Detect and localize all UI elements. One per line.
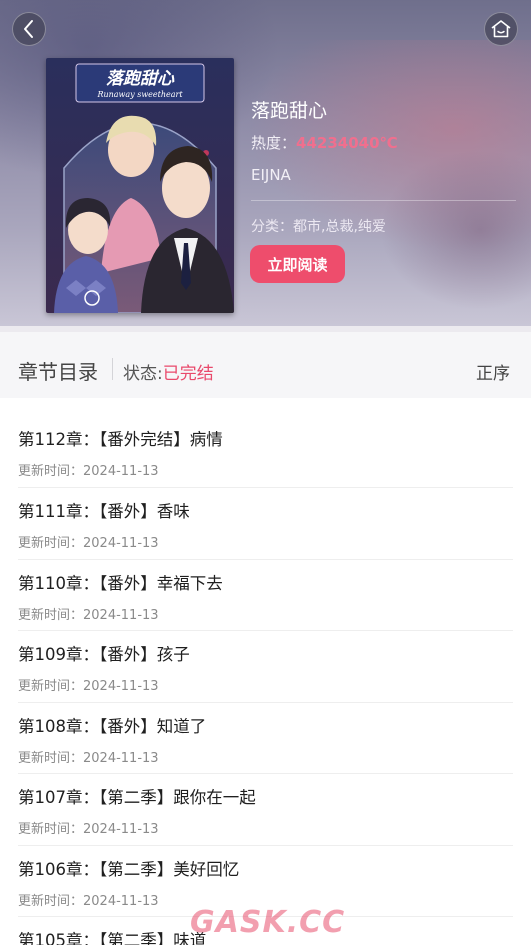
home-icon — [491, 20, 511, 38]
status-value: 已完结 — [162, 364, 214, 384]
category-value: 都市,总裁,纯爱 — [293, 219, 386, 235]
chapter-update-time: 更新时间：2024-11-13 — [18, 607, 159, 623]
status: 状态:已完结 — [123, 359, 214, 384]
header-backdrop-shade — [380, 150, 531, 310]
chapter-title: 第109章：【番外】孩子 — [18, 645, 190, 664]
chapter-title: 第112章：【番外完结】病情 — [18, 430, 223, 449]
book-author: EIJNA — [251, 166, 291, 184]
chapter-item[interactable]: 第108章：【番外】知道了 更新时间：2024-11-13 — [18, 703, 513, 774]
chapter-list: 第112章：【番外完结】病情 更新时间：2024-11-13 第111章：【番外… — [0, 398, 531, 945]
book-title: 落跑甜心 — [251, 100, 328, 122]
book-category: 分类：都市,总裁,纯爱 — [251, 216, 386, 236]
section-divider — [112, 358, 113, 380]
book-header: 落跑甜心 Runaway sweetheart 落跑甜心 热度：44234040… — [0, 0, 531, 326]
sort-order-button[interactable]: 正序 — [476, 359, 510, 384]
chapter-item[interactable]: 第112章：【番外完结】病情 更新时间：2024-11-13 — [18, 398, 513, 488]
book-heat: 热度：44234040℃ — [251, 132, 398, 153]
chapter-title: 第110章：【番外】幸福下去 — [18, 573, 223, 593]
chapter-item[interactable]: 第105章：【第二季】味道 — [18, 917, 513, 945]
chapter-update-time: 更新时间：2024-11-13 — [18, 893, 159, 909]
chapter-update-time: 更新时间：2024-11-13 — [18, 679, 159, 694]
chapter-title: 第105章：【第二季】味道 — [18, 931, 207, 945]
chapter-title: 第111章：【番外】香味 — [18, 502, 190, 521]
status-label: 状态: — [123, 364, 163, 384]
chapter-list-header: 章节目录 状态:已完结 正序 — [0, 326, 531, 398]
chevron-left-icon — [24, 20, 33, 38]
chapter-title: 第106章：【第二季】美好回忆 — [18, 859, 240, 879]
chapter-item[interactable]: 第107章：【第二季】跟你在一起 更新时间：2024-11-13 — [18, 774, 513, 846]
read-now-button[interactable]: 立即阅读 — [250, 245, 345, 283]
chapter-item[interactable]: 第111章：【番外】香味 更新时间：2024-11-13 — [18, 488, 513, 560]
chapter-item[interactable]: 第110章：【番外】幸福下去 更新时间：2024-11-13 — [18, 560, 513, 631]
home-button[interactable] — [484, 12, 518, 46]
back-button[interactable] — [12, 12, 46, 46]
chapter-update-time: 更新时间：2024-11-13 — [18, 536, 159, 551]
chapter-title: 第107章：【第二季】跟你在一起 — [18, 788, 256, 807]
chapter-item[interactable]: 第106章：【第二季】美好回忆 更新时间：2024-11-13 — [18, 846, 513, 917]
chapter-title: 第108章：【番外】知道了 — [18, 716, 207, 736]
chapter-update-time: 更新时间：2024-11-13 — [18, 822, 159, 837]
chapter-item[interactable]: 第109章：【番外】孩子 更新时间：2024-11-13 — [18, 631, 513, 703]
cover-illustration: 落跑甜心 Runaway sweetheart — [46, 58, 234, 313]
chapter-update-time: 更新时间：2024-11-13 — [18, 464, 159, 479]
category-label: 分类： — [251, 219, 293, 235]
heat-value: 44234040℃ — [296, 134, 398, 152]
cover-title-cn: 落跑甜心 — [106, 69, 175, 89]
book-cover[interactable]: 落跑甜心 Runaway sweetheart — [46, 58, 234, 313]
heat-label: 热度： — [251, 134, 297, 152]
cover-title-en: Runaway sweetheart — [96, 90, 183, 99]
chapter-update-time: 更新时间：2024-11-13 — [18, 750, 159, 766]
header-divider — [251, 200, 516, 201]
chapter-list-title: 章节目录 — [18, 360, 98, 384]
